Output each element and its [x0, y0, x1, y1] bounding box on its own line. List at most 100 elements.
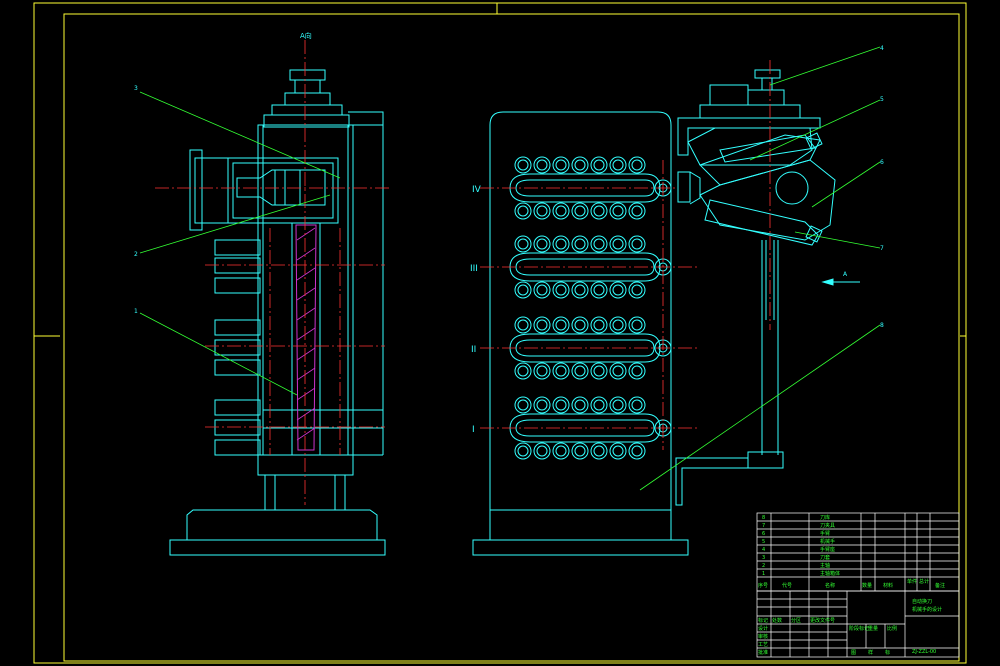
tool-pocket-inner — [612, 319, 624, 331]
tool-pocket-inner — [631, 365, 643, 377]
tool-pocket — [628, 281, 646, 299]
parts-row-no: 8 — [762, 515, 765, 521]
view-direction-arrow — [821, 278, 860, 286]
station-label-iv: IV — [472, 185, 482, 195]
tool-pocket — [533, 396, 551, 414]
tool-pocket — [628, 442, 646, 460]
tool-pocket — [514, 396, 532, 414]
title-line-2: 机械手的设计 — [912, 606, 942, 613]
tool-pocket-inner — [631, 399, 643, 411]
parts-row-no: 1 — [762, 571, 765, 577]
tool-pocket-inner — [631, 238, 643, 250]
role-review: 审核 — [758, 633, 768, 640]
tool-pocket-inner — [593, 319, 605, 331]
tool-pocket — [571, 235, 589, 253]
tool-pocket-inner — [593, 365, 605, 377]
parts-row-no: 3 — [762, 555, 765, 561]
part-label-4: 4 — [880, 45, 884, 52]
parts-row-no: 4 — [762, 547, 765, 553]
role-approve: 批准 — [758, 649, 768, 656]
part-label-1: 1 — [134, 308, 138, 315]
tool-pocket-inner — [536, 319, 548, 331]
tool-pocket — [533, 156, 551, 174]
spindle-hatch — [295, 224, 317, 451]
tool-pocket-inner — [574, 159, 586, 171]
tool-pocket — [533, 442, 551, 460]
tool-pocket — [590, 156, 608, 174]
part-label-8: 8 — [880, 322, 884, 329]
tool-pocket — [571, 316, 589, 334]
tool-pocket — [552, 156, 570, 174]
tool-pocket — [552, 202, 570, 220]
tool-pocket — [514, 442, 532, 460]
tool-pocket-inner — [631, 159, 643, 171]
tool-pocket-inner — [631, 445, 643, 457]
tool-pocket-inner — [612, 159, 624, 171]
tool-pocket — [533, 202, 551, 220]
drawing-number: ZJ-ZZL-00 — [912, 649, 936, 655]
tool-pocket — [590, 235, 608, 253]
header-code: 代号 — [782, 582, 792, 589]
tool-pocket — [552, 281, 570, 299]
parts-list-rows: 8 刀库 7 刀夹具 6 手臂 5 机械手 4 手臂座 3 刀套 2 主轴 1 主轴箱体 — [762, 514, 840, 577]
stage-mark-3: 标 — [885, 649, 890, 656]
parts-row-no: 2 — [762, 563, 765, 569]
tool-pocket-inner — [631, 284, 643, 296]
tool-pocket-inner — [593, 399, 605, 411]
tool-pocket-inner — [593, 159, 605, 171]
tool-pocket — [609, 362, 627, 380]
tool-pocket — [590, 281, 608, 299]
tool-pocket-inner — [612, 365, 624, 377]
parts-row-name: 手臂 — [820, 530, 830, 537]
tool-pocket-inner — [555, 205, 567, 217]
role-process: 工艺 — [758, 642, 768, 648]
parts-row-no: 5 — [762, 539, 765, 545]
tool-pocket — [552, 235, 570, 253]
part-label-7: 7 — [880, 245, 884, 252]
tool-pocket — [628, 316, 646, 334]
title-line-1: 自动换刀 — [912, 598, 932, 605]
tool-pocket — [533, 316, 551, 334]
parts-row-name: 手臂座 — [820, 546, 835, 553]
cad-drawing-sheet: A向 IV III II I A 3 2 1 4 5 6 7 8 8 刀库7 刀… — [33, 2, 967, 664]
tool-pocket-inner — [536, 238, 548, 250]
header-total-weight: 总计 — [919, 578, 929, 585]
tool-pocket — [590, 442, 608, 460]
part-label-5: 5 — [880, 96, 884, 103]
tool-pocket-inner — [612, 399, 624, 411]
tool-pocket — [609, 281, 627, 299]
tool-pocket — [533, 235, 551, 253]
tool-pocket-inner — [555, 284, 567, 296]
tool-pocket-inner — [517, 159, 529, 171]
tool-pocket — [552, 442, 570, 460]
tool-pocket-inner — [631, 319, 643, 331]
tool-pocket — [590, 362, 608, 380]
header-no: 序号 — [758, 582, 768, 589]
tool-pocket — [609, 202, 627, 220]
parts-row-name: 刀夹具 — [820, 522, 835, 529]
tool-pocket-inner — [574, 319, 586, 331]
parts-row-name: 主轴箱体 — [820, 570, 840, 577]
tool-pocket — [628, 156, 646, 174]
header-name: 名称 — [825, 582, 835, 589]
tool-pocket — [514, 362, 532, 380]
station-label-i: I — [472, 425, 475, 435]
tool-pocket — [590, 316, 608, 334]
tool-pocket-inner — [612, 205, 624, 217]
weight-label: 重量 — [868, 625, 878, 632]
tool-pocket-inner — [536, 284, 548, 296]
header-material: 材料 — [883, 582, 893, 589]
header-remarks: 备注 — [935, 582, 945, 589]
signature-mark: 标记 — [758, 617, 768, 624]
middle-view-centerlines — [480, 160, 700, 450]
tool-pocket-inner — [612, 445, 624, 457]
parts-row-no: 6 — [762, 531, 765, 537]
parts-row-name: 主轴 — [820, 562, 830, 569]
tool-pocket-inner — [574, 238, 586, 250]
tool-pocket-inner — [517, 365, 529, 377]
tool-pocket-inner — [631, 205, 643, 217]
tool-pocket-inner — [536, 205, 548, 217]
tool-pocket-inner — [536, 399, 548, 411]
parts-row-name: 刀库 — [820, 514, 830, 521]
signature-change-doc: 更改文件号 — [810, 617, 835, 624]
